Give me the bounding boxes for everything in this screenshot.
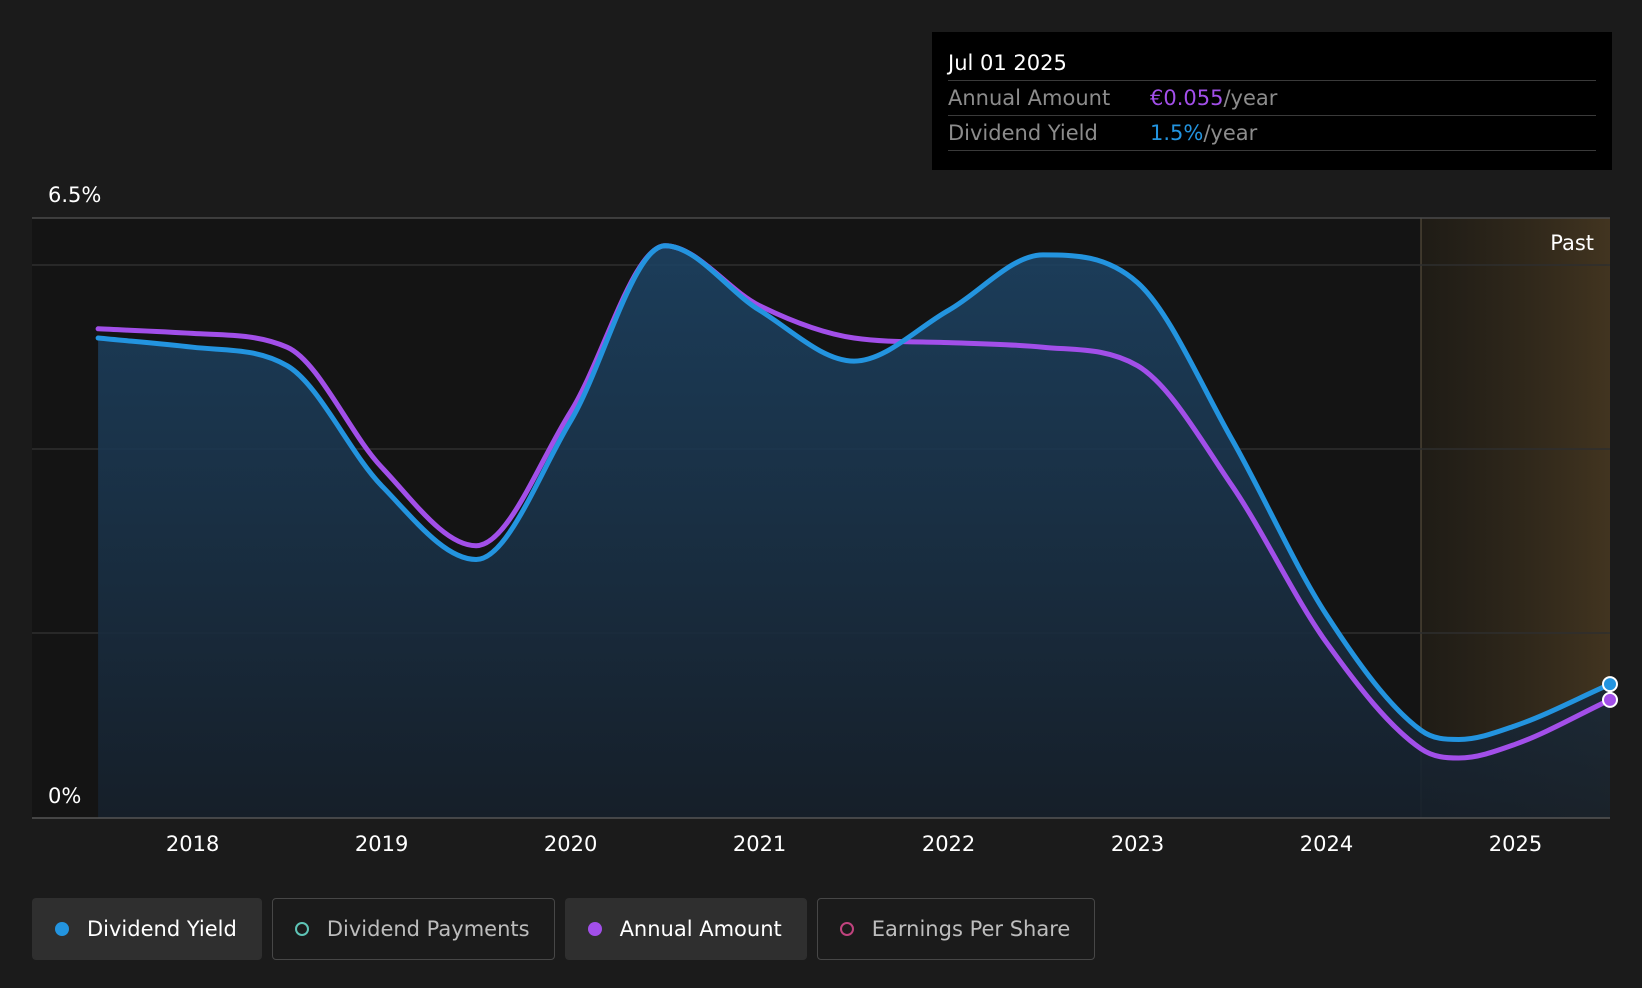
legend-dot-icon: [839, 922, 854, 936]
tooltip-row-dividend-yield: Dividend Yield 1.5% /year: [948, 116, 1596, 151]
legend-label: Annual Amount: [619, 917, 782, 941]
y-axis-top-label: 6.5%: [48, 183, 101, 207]
dividend-yield-end-point[interactable]: [1602, 676, 1618, 693]
legend-item-dividend-payments[interactable]: Dividend Payments: [271, 898, 555, 960]
annual-amount-end-point[interactable]: [1602, 691, 1618, 708]
legend-label: Earnings Per Share: [871, 917, 1071, 941]
tooltip-label: Dividend Yield: [948, 121, 1098, 145]
tooltip: Jul 01 2025 Annual Amount €0.055 /year D…: [932, 32, 1612, 170]
tooltip-value: €0.055: [1150, 86, 1224, 110]
x-tick-label: 2020: [544, 832, 597, 856]
legend-label: Dividend Payments: [326, 917, 530, 941]
tooltip-label: Annual Amount: [948, 86, 1111, 110]
x-tick-label: 2019: [355, 832, 408, 856]
x-tick-label: 2021: [733, 832, 786, 856]
x-tick-label: 2022: [922, 832, 975, 856]
legend-dot-icon: [294, 922, 309, 936]
tooltip-unit: /year: [1223, 86, 1278, 110]
legend-dot-icon: [55, 922, 69, 936]
x-tick-label: 2024: [1300, 832, 1353, 856]
legend-item-annual-amount[interactable]: Annual Amount: [564, 898, 807, 960]
y-axis-bottom-label: 0%: [48, 784, 81, 808]
legend-item-earnings-per-share[interactable]: Earnings Per Share: [816, 898, 1096, 960]
legend-item-dividend-yield[interactable]: Dividend Yield: [32, 898, 262, 960]
tooltip-row-annual-amount: Annual Amount €0.055 /year: [948, 81, 1596, 116]
x-tick-label: 2023: [1111, 832, 1164, 856]
x-tick-label: 2018: [166, 832, 219, 856]
legend: Dividend Yield Dividend Payments Annual …: [32, 898, 1096, 960]
x-axis-ticks: 2018 2019 2020 2021 2022 2023 2024 2025: [166, 832, 1542, 856]
tooltip-unit: /year: [1203, 121, 1258, 145]
x-tick-label: 2025: [1489, 832, 1542, 856]
past-label: Past: [1550, 231, 1594, 255]
tooltip-date: Jul 01 2025: [948, 46, 1596, 81]
legend-dot-icon: [587, 922, 602, 936]
tooltip-value: 1.5%: [1150, 121, 1204, 145]
legend-label: Dividend Yield: [87, 917, 237, 941]
